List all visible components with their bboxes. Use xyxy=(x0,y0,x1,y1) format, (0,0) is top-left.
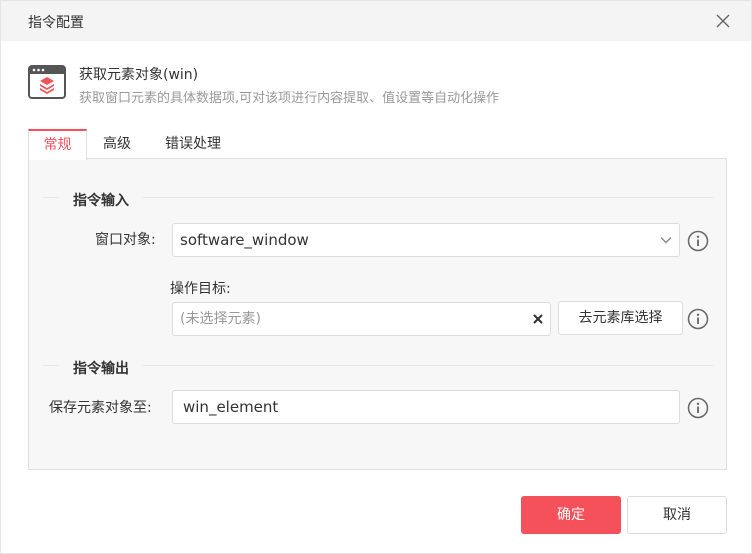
confirm-button[interactable]: 确定 xyxy=(521,496,621,534)
clear-icon[interactable] xyxy=(532,313,544,325)
target-placeholder: (未选择元素) xyxy=(180,311,261,327)
command-description: 获取窗口元素的具体数据项,可对该项进行内容提取、值设置等自动化操作 xyxy=(79,91,500,106)
save-to-label: 保存元素对象至: xyxy=(49,400,152,416)
tab-general[interactable]: 常规 xyxy=(28,129,87,160)
tab-error-handling[interactable]: 错误处理 xyxy=(153,129,233,159)
target-input[interactable]: (未选择元素) xyxy=(172,302,551,336)
command-config-dialog: 指令配置 获取元素对象(win) 获取窗口元素的具体数据项,可对该项进行内容提取… xyxy=(0,0,752,554)
info-icon[interactable] xyxy=(687,308,709,330)
cancel-button[interactable]: 取消 xyxy=(627,496,727,534)
close-icon[interactable] xyxy=(713,11,733,31)
save-to-value: win_element xyxy=(183,398,279,416)
window-object-select[interactable]: software_window xyxy=(172,223,680,257)
tab-advanced[interactable]: 高级 xyxy=(93,129,141,159)
section-divider xyxy=(143,365,713,366)
info-icon[interactable] xyxy=(687,230,709,252)
section-divider xyxy=(43,365,59,366)
settings-panel: 指令输入 窗口对象: software_window 操作目标: (未选择元素)… xyxy=(28,158,727,470)
section-divider xyxy=(43,197,59,198)
window-object-label: 窗口对象: xyxy=(95,232,156,248)
element-library-button[interactable]: 去元素库选择 xyxy=(558,301,683,335)
info-icon[interactable] xyxy=(687,397,709,419)
dialog-title: 指令配置 xyxy=(28,15,84,31)
section-divider xyxy=(143,197,713,198)
input-section-title: 指令输入 xyxy=(73,193,129,209)
chevron-down-icon xyxy=(660,237,672,244)
dialog-titlebar: 指令配置 xyxy=(1,1,751,41)
window-object-value: software_window xyxy=(180,231,309,249)
target-label: 操作目标: xyxy=(170,281,231,297)
window-element-icon xyxy=(28,65,66,99)
save-to-input[interactable]: win_element xyxy=(172,390,680,424)
command-name: 获取元素对象(win) xyxy=(79,67,199,83)
output-section-title: 指令输出 xyxy=(73,361,129,377)
